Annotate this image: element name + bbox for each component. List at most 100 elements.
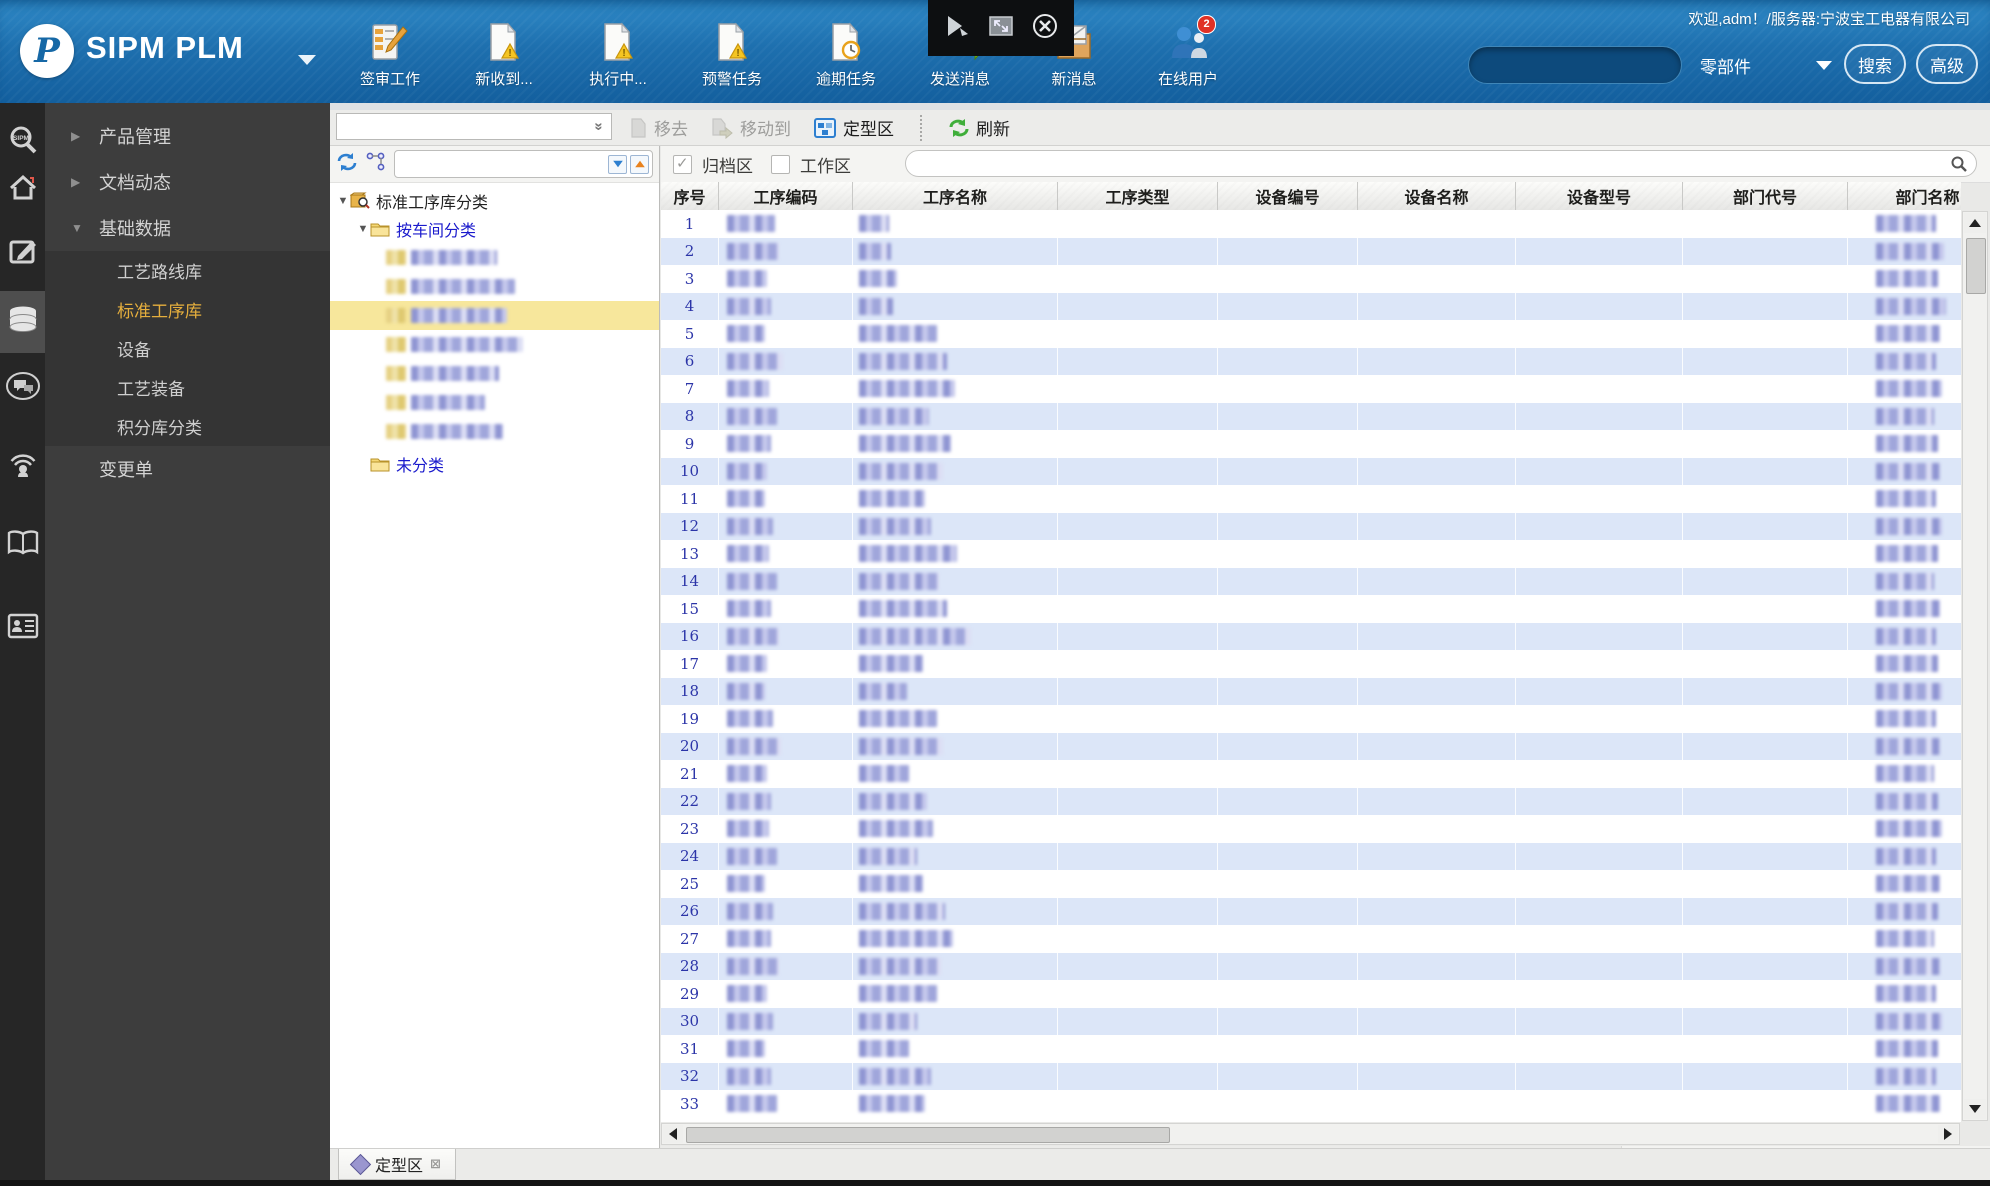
triangle-down-icon[interactable]: ▼ — [356, 223, 370, 235]
table-row[interactable]: 29 — [661, 980, 1961, 1008]
rail-item-sipm-search[interactable]: SIPM — [0, 116, 45, 168]
table-row[interactable]: 26 — [661, 897, 1961, 925]
table-row[interactable]: 3 — [661, 265, 1961, 293]
column-header-工序类型[interactable]: 工序类型 — [1058, 182, 1218, 210]
table-row[interactable]: 14 — [661, 567, 1961, 595]
column-header-工序编码[interactable]: 工序编码 — [719, 182, 853, 210]
hscroll-thumb[interactable] — [686, 1127, 1170, 1143]
search-category-dropdown[interactable]: 零部件 — [1700, 46, 1832, 84]
tab-finalize-zone[interactable]: 定型区 ⊠ — [338, 1149, 456, 1180]
nav-item-产品管理[interactable]: ▶ 产品管理 — [45, 113, 330, 159]
nav-item-基础数据[interactable]: ▼ 基础数据 — [45, 205, 330, 251]
table-row[interactable]: 32 — [661, 1062, 1961, 1090]
tree-group-workshop[interactable]: ▼ 按车间分类 — [330, 215, 659, 243]
table-row[interactable]: 33 — [661, 1090, 1961, 1118]
checkbox-归档区-checked[interactable] — [673, 154, 692, 174]
scroll-up-button[interactable] — [1964, 213, 1986, 233]
table-row[interactable]: 27 — [661, 925, 1961, 953]
nav-sub-item-工艺路线库[interactable]: 工艺路线库 — [45, 251, 330, 290]
tree-refresh-icon[interactable] — [336, 152, 358, 177]
tree-item-redacted-6[interactable] — [330, 388, 659, 417]
toolbar-overdue-tasks[interactable]: 逾期任务 — [803, 22, 889, 89]
table-row[interactable]: 18 — [661, 677, 1961, 705]
toolbar-warning-tasks[interactable]: ! 预警任务 — [689, 22, 775, 89]
table-row[interactable]: 31 — [661, 1035, 1961, 1063]
scroll-right-button[interactable] — [1938, 1125, 1958, 1143]
tree-item-redacted-2[interactable] — [330, 272, 659, 301]
horizontal-scrollbar[interactable] — [661, 1123, 1960, 1145]
resize-icon[interactable] — [988, 15, 1014, 42]
table-row[interactable]: 1 — [661, 210, 1961, 238]
tree-search-input[interactable] — [394, 150, 653, 178]
refresh-button[interactable]: 刷新 — [942, 113, 1016, 143]
tab-close-icon[interactable]: ⊠ — [430, 1156, 441, 1172]
scroll-down-button[interactable] — [1964, 1099, 1986, 1119]
table-row[interactable]: 11 — [661, 485, 1961, 513]
table-row[interactable]: 30 — [661, 1007, 1961, 1035]
tree-root[interactable]: ▼ 标准工序库分类 — [330, 187, 659, 215]
rail-item-messages[interactable] — [0, 362, 45, 414]
column-header-设备编号[interactable]: 设备编号 — [1218, 182, 1358, 210]
column-header-序号[interactable]: 序号 — [661, 182, 719, 210]
rail-item-home[interactable] — [0, 164, 45, 216]
close-icon[interactable] — [1032, 13, 1058, 44]
tree-group-unclassified[interactable]: 未分类 — [330, 450, 659, 478]
table-row[interactable]: 19 — [661, 705, 1961, 733]
column-header-设备名称[interactable]: 设备名称 — [1358, 182, 1516, 210]
toolbar-online-users[interactable]: 2 在线用户 — [1145, 15, 1231, 89]
rail-item-edit[interactable] — [0, 227, 45, 279]
table-row[interactable]: 16 — [661, 622, 1961, 650]
global-search-input[interactable] — [1468, 46, 1682, 84]
table-row[interactable]: 17 — [661, 650, 1961, 678]
search-button[interactable]: 搜索 — [1844, 44, 1906, 84]
toolbar-new-received-tasks[interactable]: ! 新收到... — [461, 22, 547, 89]
rail-item-base-data[interactable] — [0, 291, 45, 353]
table-row[interactable]: 22 — [661, 787, 1961, 815]
vertical-scrollbar[interactable] — [1962, 211, 1988, 1121]
nav-item-文档动态[interactable]: ▶ 文档动态 — [45, 159, 330, 205]
search-down-icon[interactable] — [608, 154, 627, 174]
search-up-icon[interactable] — [630, 154, 649, 174]
tree-item-redacted-1[interactable] — [330, 243, 659, 272]
scroll-left-button[interactable] — [663, 1125, 683, 1143]
tree-item-redacted-5[interactable] — [330, 359, 659, 388]
rail-item-broadcast[interactable] — [0, 442, 45, 494]
vscroll-thumb[interactable] — [1966, 238, 1986, 294]
nav-sub-item-工艺装备[interactable]: 工艺装备 — [45, 368, 330, 407]
table-row[interactable]: 12 — [661, 512, 1961, 540]
column-header-设备型号[interactable]: 设备型号 — [1516, 182, 1683, 210]
advanced-search-button[interactable]: 高级 — [1916, 44, 1978, 84]
nav-sub-item-积分库分类[interactable]: 积分库分类 — [45, 407, 330, 446]
column-header-部门名称[interactable]: 部门名称 — [1848, 182, 1961, 210]
column-header-部门代号[interactable]: 部门代号 — [1683, 182, 1848, 210]
pointer-icon[interactable] — [944, 14, 970, 43]
table-row[interactable]: 7 — [661, 375, 1961, 403]
tree-item-redacted-4[interactable] — [330, 330, 659, 359]
toolbar-sign-review-tasks[interactable]: 签审工作 — [347, 22, 433, 89]
table-row[interactable]: 6 — [661, 347, 1961, 375]
table-row[interactable]: 23 — [661, 815, 1961, 843]
table-row[interactable]: 5 — [661, 320, 1961, 348]
nav-item-变更单[interactable]: 变更单 — [45, 446, 330, 492]
triangle-down-icon[interactable]: ▼ — [336, 195, 350, 207]
tree-item-redacted-7[interactable] — [330, 417, 659, 446]
table-row[interactable]: 9 — [661, 430, 1961, 458]
rail-item-contacts[interactable] — [0, 602, 45, 654]
tree-hierarchy-icon[interactable] — [366, 152, 386, 177]
nav-sub-item-设备[interactable]: 设备 — [45, 329, 330, 368]
finalize-zone-button[interactable]: 定型区 — [807, 113, 900, 143]
table-row[interactable]: 10 — [661, 457, 1961, 485]
table-row[interactable]: 20 — [661, 732, 1961, 760]
table-row[interactable]: 21 — [661, 760, 1961, 788]
table-row[interactable]: 13 — [661, 540, 1961, 568]
table-row[interactable]: 2 — [661, 237, 1961, 265]
app-menu-caret-icon[interactable] — [298, 55, 316, 65]
table-row[interactable]: 25 — [661, 870, 1961, 898]
nav-sub-item-标准工序库[interactable]: 标准工序库 — [45, 290, 330, 329]
tree-item-redacted-3[interactable] — [330, 301, 659, 330]
table-row[interactable]: 4 — [661, 292, 1961, 320]
table-row[interactable]: 28 — [661, 952, 1961, 980]
tree-filter-dropdown[interactable]: » — [336, 113, 612, 140]
table-row[interactable]: 15 — [661, 595, 1961, 623]
table-row[interactable]: 24 — [661, 842, 1961, 870]
